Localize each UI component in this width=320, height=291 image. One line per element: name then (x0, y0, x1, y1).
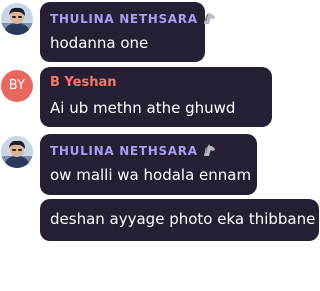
message-bubble: THULINA NETHSARA ow malli wa hodala enna… (40, 134, 257, 195)
message-text: ow malli wa hodala ennam (50, 166, 252, 184)
avatar[interactable] (1, 3, 33, 35)
avatar[interactable]: BY (1, 70, 33, 102)
sender-name[interactable]: B Yeshan (50, 75, 117, 90)
chat-thread: THULINA NETHSARA hodanna one BY B Yeshan… (0, 0, 320, 291)
message-bubble: THULINA NETHSARA hodanna one (40, 2, 215, 62)
profile-photo (1, 3, 33, 35)
message-text: deshan ayyage photo eka thibbane (50, 210, 316, 228)
message-text: hodanna one (50, 34, 149, 52)
horse-icon (201, 11, 217, 28)
sender-name[interactable]: THULINA NETHSARA (50, 11, 217, 28)
profile-photo (1, 136, 33, 168)
message-bubble: deshan ayyage photo eka thibbane (40, 199, 319, 241)
avatar[interactable] (1, 136, 33, 168)
message-text: Ai ub methn athe ghuwd (50, 99, 236, 117)
message-bubble: B Yeshan Ai ub methn athe ghuwd (40, 67, 272, 127)
sender-name[interactable]: THULINA NETHSARA (50, 143, 217, 160)
horse-icon (201, 143, 217, 160)
